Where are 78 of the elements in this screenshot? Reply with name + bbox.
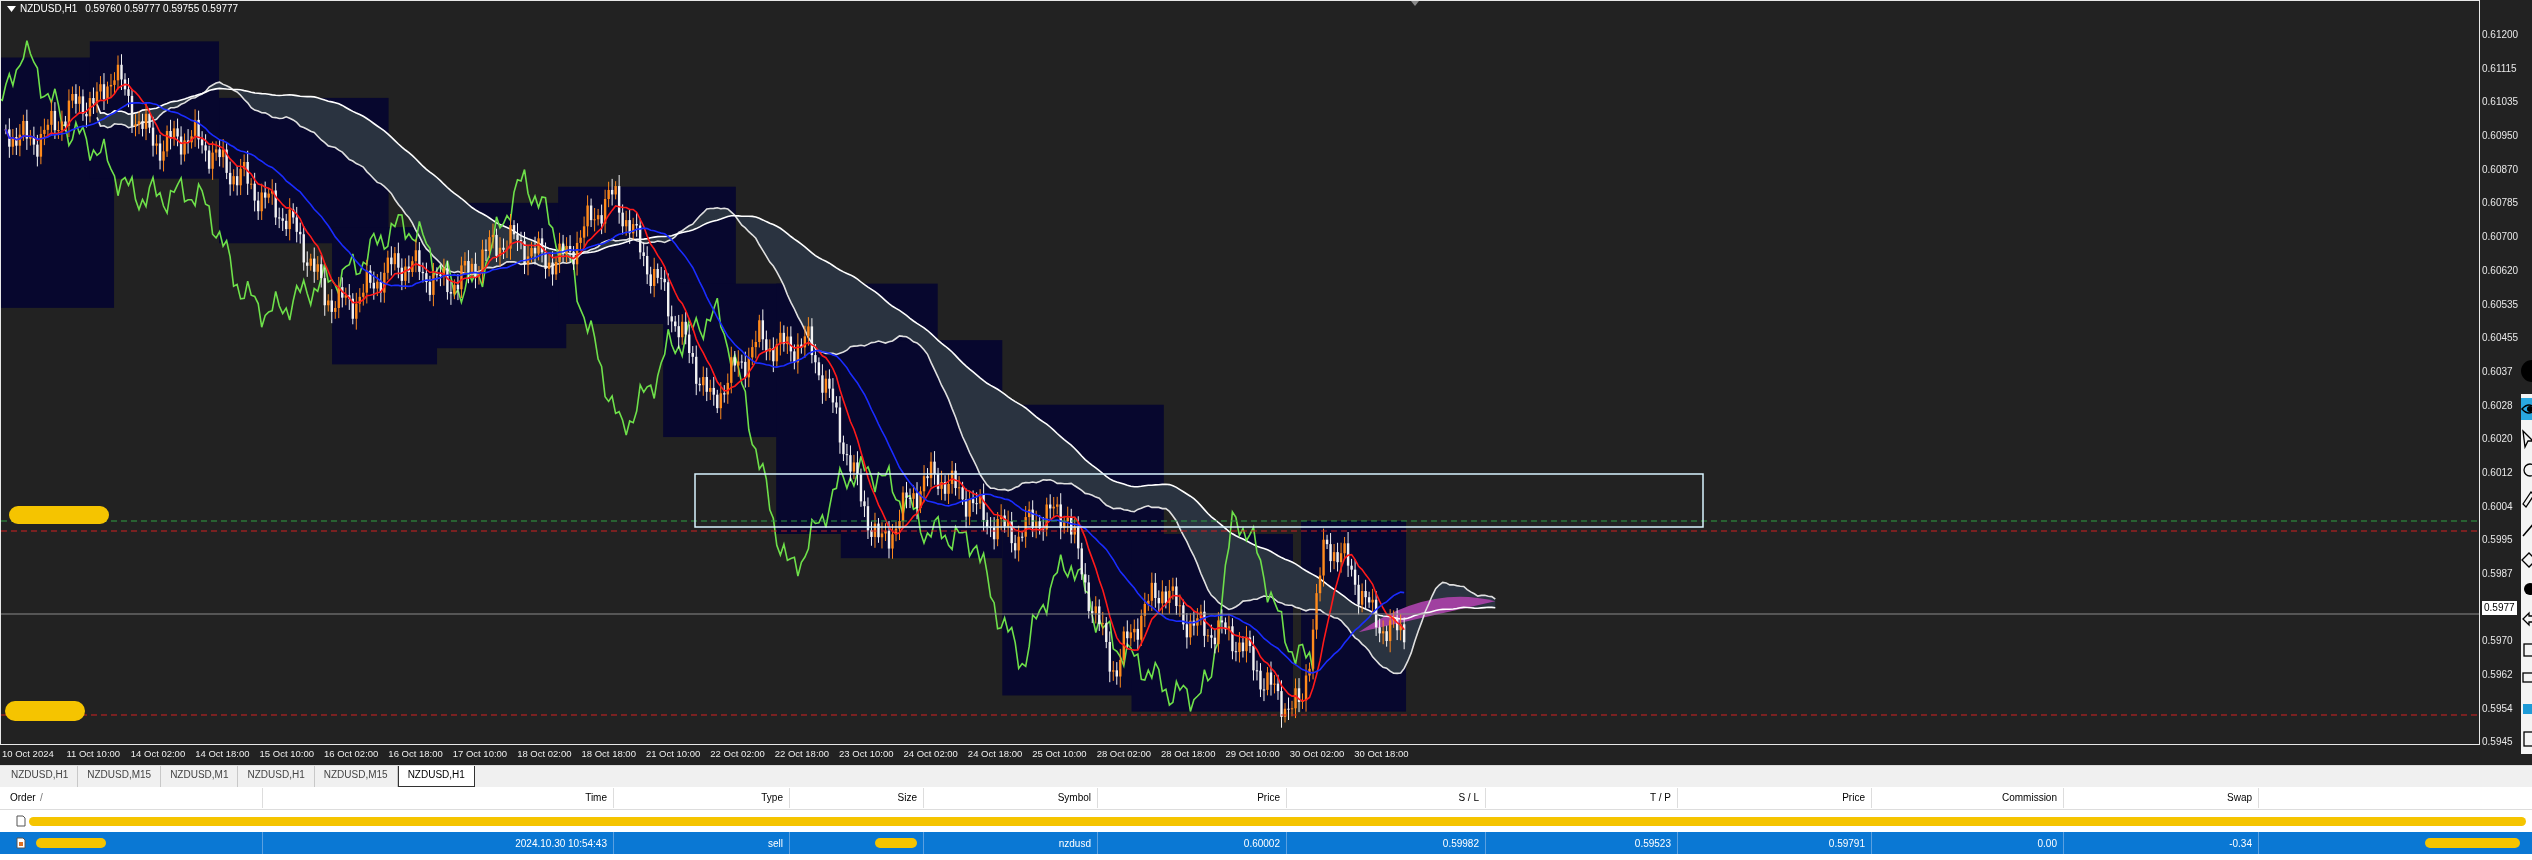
table-cell: 0.60002: [1243, 837, 1280, 849]
price-label: 0.61035: [2482, 95, 2519, 110]
price-label: 0.5962: [2482, 668, 2513, 683]
shift-marker-icon[interactable]: [1411, 1, 1419, 6]
time-label: 25 Oct 10:00: [1032, 747, 1088, 761]
column-header[interactable]: Price: [1678, 788, 1872, 808]
price-label: 0.5987: [2482, 567, 2513, 581]
time-label: 30 Oct 18:00: [1354, 747, 1410, 761]
price-label: 0.60870: [2482, 162, 2519, 177]
price-label: 0.6028: [2482, 398, 2513, 413]
price-label: 0.5995: [2482, 533, 2513, 548]
column-header[interactable]: Commission: [1872, 788, 2064, 808]
ohlc-values: 0.59760 0.59777 0.59755 0.59777: [85, 3, 239, 14]
column-header[interactable]: Order: [0, 788, 40, 808]
column-header[interactable]: S / L: [1287, 788, 1486, 808]
price-label: 0.5954: [2482, 701, 2513, 716]
table-cell: -0.34: [2229, 837, 2252, 849]
table-cell: 0.59523: [1634, 837, 1671, 849]
time-label: 22 Oct 18:00: [774, 747, 831, 761]
document-icon: [16, 815, 26, 827]
column-header[interactable]: Type: [614, 788, 790, 808]
time-label: 28 Oct 18:00: [1161, 747, 1217, 761]
order-row[interactable]: 2024.10.30 10:54:43 sell nzdusd 0.60002 0.59982 0.59523 0.59791 0.00 -0.34: [0, 832, 2532, 854]
price-label: 0.5970: [2482, 634, 2513, 649]
dropdown-arrow-icon[interactable]: [7, 5, 16, 12]
column-header[interactable]: Size: [790, 788, 924, 808]
time-label: 18 Oct 02:00: [517, 747, 573, 761]
time-label: 16 Oct 18:00: [388, 747, 444, 761]
time-label: 24 Oct 02:00: [903, 747, 959, 761]
price-label: 0.6004: [2482, 499, 2513, 514]
time-label: 29 Oct 10:00: [1225, 747, 1281, 761]
chart-tab[interactable]: NZDUSD,H1: [397, 766, 475, 787]
price-label: 0.61200: [2482, 28, 2519, 42]
price-label: 0.6037: [2482, 364, 2513, 379]
table-cell: 2024.10.30 10:54:43: [515, 837, 607, 849]
time-label: 17 Oct 10:00: [452, 747, 509, 761]
sort-indicator: /: [40, 788, 263, 808]
time-label: 21 Oct 10:00: [645, 747, 702, 761]
time-label: 23 Oct 10:00: [839, 747, 895, 761]
time-label: 18 Oct 18:00: [581, 747, 637, 761]
price-label: 0.60700: [2482, 230, 2519, 245]
time-label: 14 Oct 02:00: [130, 747, 187, 761]
document-icon: [16, 837, 26, 849]
table-cell: sell: [768, 837, 783, 849]
column-header[interactable]: Symbol: [924, 788, 1098, 808]
cursor-icon[interactable]: [2521, 428, 2532, 450]
price-label: 0.60620: [2482, 263, 2519, 278]
price-label: 0.60455: [2482, 331, 2519, 346]
time-label: 11 Oct 10:00: [66, 747, 122, 761]
column-header[interactable]: T / P: [1486, 788, 1678, 808]
price-label: 0.60785: [2482, 196, 2519, 211]
table-cell: 0.59791: [1828, 837, 1865, 849]
column-header[interactable]: Time: [263, 788, 614, 808]
column-header[interactable]: Swap: [2064, 788, 2259, 808]
time-label: 16 Oct 02:00: [323, 747, 380, 761]
table-cell: 0.00: [2037, 837, 2057, 849]
column-header[interactable]: Price: [1098, 788, 1287, 808]
table-cell: 0.59982: [1442, 837, 1479, 849]
clipboard-icon[interactable]: [2521, 728, 2532, 750]
time-label: 22 Oct 02:00: [710, 747, 766, 761]
price-label: 0.61115: [2482, 61, 2517, 76]
time-label: 28 Oct 02:00: [1096, 747, 1153, 761]
redaction-mark: [36, 838, 106, 848]
time-label: 10 Oct 2024: [2, 747, 55, 761]
table-cell: nzdusd: [1058, 837, 1091, 849]
chart-symbol: NZDUSD,H1: [20, 3, 78, 14]
time-label: 15 Oct 10:00: [259, 747, 315, 761]
eye-icon[interactable]: [2521, 398, 2532, 420]
time-label: 30 Oct 02:00: [1289, 747, 1346, 761]
current-price-label: 0.5977: [2482, 600, 2517, 615]
price-label: 0.6020: [2482, 432, 2513, 447]
redaction-mark: [875, 838, 917, 848]
price-label: 0.60535: [2482, 297, 2519, 312]
time-label: 24 Oct 18:00: [967, 747, 1024, 761]
price-label: 0.5945: [2482, 735, 2513, 750]
time-label: 14 Oct 18:00: [195, 747, 251, 761]
price-label: 0.6012: [2482, 465, 2513, 480]
price-label: 0.60950: [2482, 129, 2519, 144]
